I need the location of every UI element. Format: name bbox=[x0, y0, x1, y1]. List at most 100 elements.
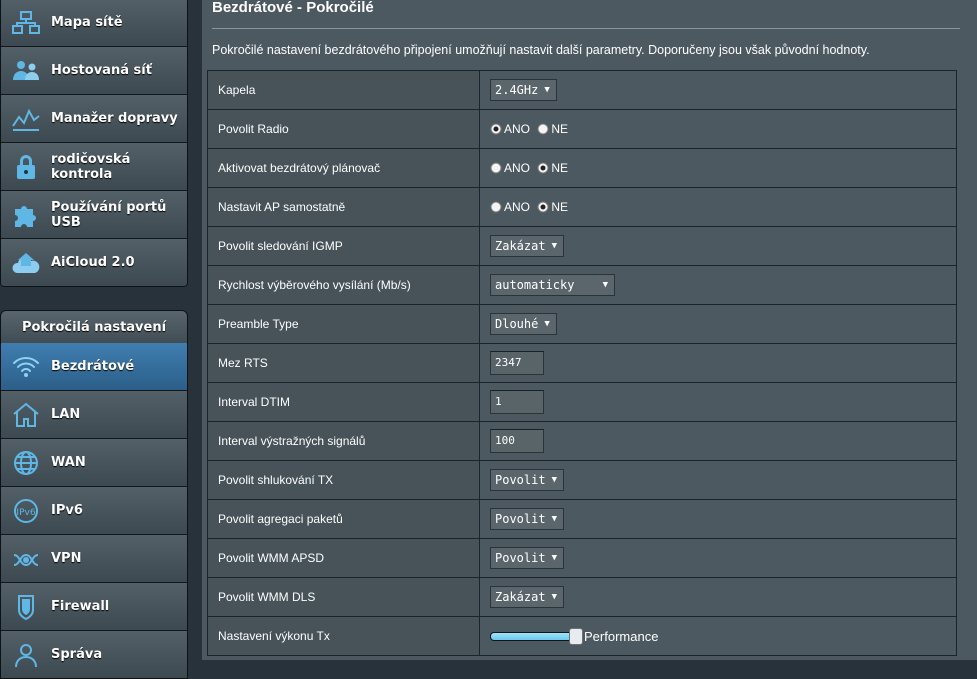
sidebar-item-wan[interactable]: WAN bbox=[1, 439, 187, 487]
sidebar-item-firewall[interactable]: Firewall bbox=[1, 583, 187, 631]
igmp-select[interactable]: Zakázat ▼ bbox=[490, 235, 564, 257]
sidebar-item-label: VPN bbox=[51, 551, 82, 566]
dtim-input[interactable]: 1 bbox=[490, 390, 544, 414]
table-row: Povolit agregaci paketů Povolit ▼ bbox=[207, 499, 957, 539]
multicast-rate-select[interactable]: automaticky ▼ bbox=[490, 274, 615, 296]
sidebar-item-label: Používání portů USB bbox=[51, 199, 167, 230]
sidebar-item-guest-network[interactable]: Hostovaná síť bbox=[1, 47, 187, 95]
ap-isolated-no-radio[interactable] bbox=[537, 201, 549, 213]
wmm-dls-select[interactable]: Zakázat ▼ bbox=[490, 586, 564, 608]
table-row: Mez RTS 2347 bbox=[207, 343, 957, 383]
lock-icon bbox=[1, 143, 51, 190]
slider-handle[interactable] bbox=[569, 627, 583, 645]
radio-label-yes: ANO bbox=[504, 122, 531, 137]
sidebar-item-usb-application[interactable]: Používání portů USB bbox=[1, 191, 187, 239]
enable-radio-no-radio[interactable] bbox=[537, 123, 549, 135]
beacon-label: Interval výstražných signálů bbox=[207, 421, 480, 461]
sidebar-item-administration[interactable]: Správa bbox=[1, 631, 187, 678]
enable-radio-yes-radio[interactable] bbox=[490, 123, 502, 135]
dtim-label: Interval DTIM bbox=[207, 382, 480, 422]
sidebar-item-lan[interactable]: LAN bbox=[1, 391, 187, 439]
cloud-house-icon bbox=[1, 239, 51, 286]
tx-power-slider[interactable] bbox=[490, 627, 583, 645]
multicast-rate-label: Rychlost výběrového vysílání (Mb/s) bbox=[207, 265, 480, 305]
multicast-rate-select-value: automaticky bbox=[495, 278, 575, 292]
table-row: Kapela 2.4GHz ▼ bbox=[207, 70, 957, 110]
rts-label: Mez RTS bbox=[207, 343, 480, 383]
sidebar-item-label: Bezdrátové bbox=[51, 359, 135, 374]
globe-icon bbox=[1, 439, 51, 486]
sidebar-item-vpn[interactable]: VPN bbox=[1, 535, 187, 583]
house-icon bbox=[1, 391, 51, 438]
scheduler-yes-radio[interactable] bbox=[490, 162, 502, 174]
aggregation-label: Povolit agregaci paketů bbox=[207, 499, 480, 539]
sidebar-item-traffic-manager[interactable]: Manažer dopravy bbox=[1, 95, 187, 143]
title-divider bbox=[212, 28, 960, 29]
preamble-select[interactable]: Dlouhé ▼ bbox=[490, 313, 557, 335]
wmm-dls-label: Povolit WMM DLS bbox=[207, 577, 480, 617]
sidebar: Mapa sítě Hostovaná síť Manažer dopravy … bbox=[0, 0, 188, 679]
ipv6-globe-icon: IPv6 bbox=[1, 487, 51, 534]
chevron-down-icon: ▼ bbox=[551, 475, 557, 485]
table-row: Preamble Type Dlouhé ▼ bbox=[207, 304, 957, 344]
page-description: Pokročilé nastavení bezdrátového připoje… bbox=[212, 43, 870, 57]
table-row: Interval DTIM 1 bbox=[207, 382, 957, 422]
wmm-dls-select-value: Zakázat bbox=[495, 590, 546, 604]
table-row: Povolit WMM DLS Zakázat ▼ bbox=[207, 577, 957, 617]
network-map-icon bbox=[1, 0, 51, 46]
radio-label-no: NE bbox=[551, 161, 569, 176]
sidebar-item-label: Hostovaná síť bbox=[51, 63, 152, 78]
wmm-apsd-select[interactable]: Povolit ▼ bbox=[490, 547, 564, 569]
settings-table: Kapela 2.4GHz ▼ Povolit Radio ANO NE Akti… bbox=[207, 70, 957, 656]
band-select-value: 2.4GHz bbox=[495, 83, 539, 97]
wmm-apsd-select-value: Povolit bbox=[495, 551, 546, 565]
preamble-select-value: Dlouhé bbox=[495, 317, 539, 331]
radio-label-yes: ANO bbox=[504, 200, 531, 215]
ap-isolated-yes-radio[interactable] bbox=[490, 201, 502, 213]
table-row: Interval výstražných signálů 100 bbox=[207, 421, 957, 461]
sidebar-item-label: AiCloud 2.0 bbox=[51, 255, 135, 270]
wifi-icon bbox=[1, 343, 51, 390]
sidebar-item-label: Firewall bbox=[51, 599, 110, 614]
tx-bursting-label: Povolit shlukování TX bbox=[207, 460, 480, 500]
radio-label-no: NE bbox=[551, 122, 569, 137]
rts-input[interactable]: 2347 bbox=[490, 351, 544, 375]
tx-power-value-label: Performance bbox=[584, 628, 659, 644]
tx-power-control: Performance bbox=[490, 627, 659, 645]
table-row: Povolit sledování IGMP Zakázat ▼ bbox=[207, 226, 957, 266]
sidebar-item-aicloud[interactable]: AiCloud 2.0 bbox=[1, 239, 187, 286]
sidebar-item-network-map[interactable]: Mapa sítě bbox=[1, 0, 187, 47]
radio-label-no: NE bbox=[551, 200, 569, 215]
chevron-down-icon: ▼ bbox=[551, 241, 557, 251]
sidebar-item-label: rodičovská kontrola bbox=[51, 151, 131, 182]
band-select[interactable]: 2.4GHz ▼ bbox=[490, 79, 557, 101]
sidebar-item-label: LAN bbox=[51, 407, 81, 422]
tx-bursting-select[interactable]: Povolit ▼ bbox=[490, 469, 564, 491]
enable-radio-label: Povolit Radio bbox=[207, 109, 480, 149]
preamble-label: Preamble Type bbox=[207, 304, 480, 344]
chevron-down-icon: ▼ bbox=[551, 514, 557, 524]
aggregation-select-value: Povolit bbox=[495, 512, 546, 526]
aggregation-select[interactable]: Povolit ▼ bbox=[490, 508, 564, 530]
scheduler-no-radio[interactable] bbox=[537, 162, 549, 174]
general-menu: Mapa sítě Hostovaná síť Manažer dopravy … bbox=[0, 0, 188, 287]
user-icon bbox=[1, 631, 51, 678]
sidebar-item-label: Mapa sítě bbox=[51, 15, 123, 30]
guest-network-icon bbox=[1, 47, 51, 94]
table-row: Povolit Radio ANO NE bbox=[207, 109, 957, 149]
advanced-settings-header: Pokročilá nastavení bbox=[0, 310, 188, 344]
wmm-apsd-label: Povolit WMM APSD bbox=[207, 538, 480, 578]
table-row: Nastavení výkonu Tx Performance bbox=[207, 616, 957, 656]
chevron-down-icon: ▼ bbox=[551, 592, 557, 602]
scheduler-label: Aktivovat bezdrátový plánovač bbox=[207, 148, 480, 188]
traffic-manager-icon bbox=[1, 95, 51, 142]
sidebar-item-parental-control[interactable]: rodičovská kontrola bbox=[1, 143, 187, 191]
main-panel: Bezdrátové - Pokročilé Pokročilé nastave… bbox=[202, 0, 977, 660]
table-row: Aktivovat bezdrátový plánovač ANO NE bbox=[207, 148, 957, 188]
sidebar-item-ipv6[interactable]: IPv6 IPv6 bbox=[1, 487, 187, 535]
advanced-menu: Bezdrátové LAN WAN IPv6 IPv6 VPN Firewal… bbox=[0, 343, 188, 679]
igmp-select-value: Zakázat bbox=[495, 239, 546, 253]
sidebar-item-wireless[interactable]: Bezdrátové bbox=[1, 343, 187, 391]
tx-power-label: Nastavení výkonu Tx bbox=[207, 616, 480, 656]
beacon-input[interactable]: 100 bbox=[490, 429, 544, 453]
